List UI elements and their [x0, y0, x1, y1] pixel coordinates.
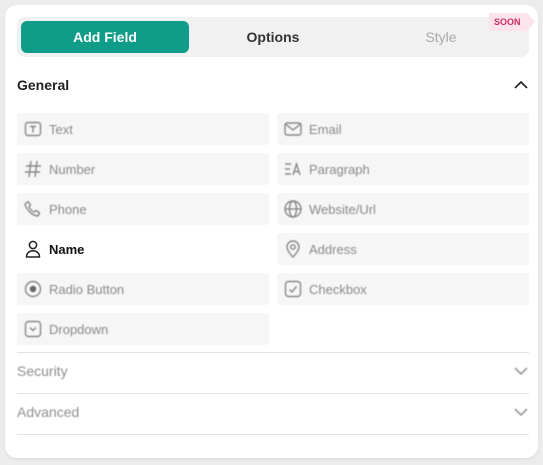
phone-icon [24, 200, 41, 217]
field-label: Checkbox [309, 281, 367, 297]
field-label: Name [49, 241, 85, 257]
field-label: Address [309, 241, 357, 257]
field-label: Website/Url [309, 201, 376, 217]
chevron-down-icon [514, 408, 528, 417]
section-security-title: Security [17, 363, 68, 379]
field-label: Phone [49, 201, 87, 217]
tab-options[interactable]: Options [189, 21, 357, 53]
text-field-icon [24, 121, 42, 137]
hash-icon [25, 160, 41, 178]
section-advanced-header[interactable]: Advanced [17, 404, 529, 420]
envelope-icon [284, 122, 302, 136]
section-advanced-title: Advanced [17, 404, 80, 420]
soon-badge: SOON [489, 13, 535, 31]
field-label: Number [49, 161, 96, 177]
field-name[interactable]: Name [17, 233, 269, 265]
section-general-title: General [17, 77, 70, 93]
field-label: Email [309, 121, 342, 137]
person-icon [25, 240, 41, 258]
tab-bar: Add Field Options Style [17, 17, 529, 57]
radio-icon [24, 280, 42, 298]
field-label: Dropdown [49, 321, 109, 337]
field-label: Text [49, 121, 73, 137]
dropdown-icon [24, 320, 42, 338]
field-number[interactable]: Number [17, 153, 269, 185]
field-builder-panel: Add Field Options Style SOON General Tex… [5, 5, 538, 458]
map-pin-icon [286, 240, 300, 258]
field-address[interactable]: Address [277, 233, 529, 265]
field-dropdown[interactable]: Dropdown [17, 313, 269, 345]
field-grid: Text Email Number Paragraph Phone Websit… [17, 113, 529, 345]
section-security-header[interactable]: Security [17, 363, 529, 379]
section-general-header[interactable]: General [17, 77, 529, 93]
field-email[interactable]: Email [277, 113, 529, 145]
section-divider [17, 434, 529, 435]
section-divider [17, 393, 529, 394]
checkbox-icon [284, 280, 302, 298]
field-website[interactable]: Website/Url [277, 193, 529, 225]
field-radio-button[interactable]: Radio Button [17, 273, 269, 305]
paragraph-icon [285, 161, 301, 176]
globe-icon [284, 200, 302, 218]
field-phone[interactable]: Phone [17, 193, 269, 225]
tab-add-field[interactable]: Add Field [21, 21, 189, 53]
field-label: Paragraph [309, 161, 370, 177]
chevron-down-icon [514, 367, 528, 376]
section-divider [17, 352, 529, 353]
field-text[interactable]: Text [17, 113, 269, 145]
field-checkbox[interactable]: Checkbox [277, 273, 529, 305]
field-label: Radio Button [49, 281, 125, 297]
field-paragraph[interactable]: Paragraph [277, 153, 529, 185]
chevron-up-icon [514, 80, 528, 89]
